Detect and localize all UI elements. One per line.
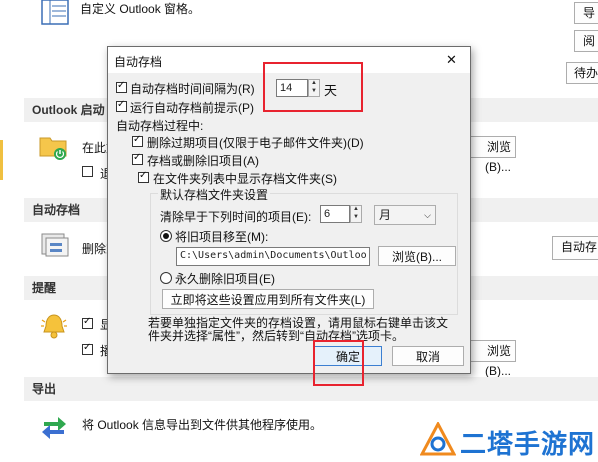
highlight-ok-box bbox=[313, 340, 364, 386]
start-browse-button[interactable]: 浏览(B)... bbox=[466, 136, 516, 174]
export-arrows-icon bbox=[40, 412, 68, 440]
chevron-down-icon: ⌵ bbox=[424, 210, 431, 220]
highlight-days-box bbox=[263, 62, 363, 112]
left-edge-marker bbox=[0, 140, 3, 180]
watermark-logo-icon bbox=[420, 422, 456, 456]
prompt-checkbox[interactable] bbox=[116, 99, 127, 112]
during-label: 自动存档过程中: bbox=[116, 119, 204, 133]
perm-delete-label: 永久删除旧项目(E) bbox=[175, 272, 275, 286]
delete-expired-checkbox[interactable] bbox=[132, 134, 143, 147]
autoarchive-settings-button[interactable]: 自动存 bbox=[552, 236, 598, 260]
pane-icon bbox=[40, 0, 70, 26]
section-header-export: 导出 bbox=[24, 377, 598, 401]
run-every-checkbox[interactable] bbox=[116, 80, 127, 93]
perm-delete-radio[interactable] bbox=[160, 272, 172, 284]
move-path-input[interactable]: C:\Users\admin\Documents\Outloo bbox=[176, 247, 370, 266]
move-label: 将旧项目移至(M): bbox=[175, 230, 269, 244]
archive-delete-checkbox[interactable] bbox=[132, 152, 143, 165]
apply-all-button[interactable]: 立即将这些设置应用到所有文件夹(L) bbox=[162, 289, 374, 309]
start-row2-checkbox[interactable] bbox=[82, 166, 93, 177]
navigation-button[interactable]: 导 bbox=[574, 2, 598, 24]
top-description: 自定义 Outlook 窗格。 bbox=[80, 2, 201, 16]
spin-up-icon[interactable]: ▲ bbox=[351, 206, 361, 214]
cancel-button[interactable]: 取消 bbox=[392, 346, 464, 366]
hint-text: 若要单独指定文件夹的存档设置，请用鼠标右键单击该文件夹并选择“属性”，然后转到“… bbox=[148, 316, 449, 343]
default-group-label: 默认存档文件夹设置 bbox=[158, 186, 271, 203]
bell-icon bbox=[40, 312, 68, 340]
watermark: 二塔手游网 bbox=[418, 420, 598, 462]
reminder-browse-button[interactable]: 浏览(B)... bbox=[466, 340, 516, 378]
dialog-title: 自动存档 bbox=[114, 55, 163, 69]
clean-older-spinner[interactable]: ▲ ▼ bbox=[350, 205, 362, 223]
clean-older-label: 清除早于下列时间的项目(E): bbox=[160, 210, 312, 224]
delete-expired-label: 删除过期项目(仅限于电子邮件文件夹)(D) bbox=[147, 136, 364, 150]
archive-icon bbox=[40, 230, 70, 258]
clean-older-unit-value: 月 bbox=[379, 208, 392, 222]
watermark-text: 二塔手游网 bbox=[460, 429, 596, 459]
clean-older-unit-select[interactable]: 月 ⌵ bbox=[374, 205, 436, 225]
folder-start-icon bbox=[38, 130, 70, 162]
prompt-label: 运行自动存档前提示(P) bbox=[130, 101, 254, 115]
reminder-row2-checkbox[interactable] bbox=[82, 342, 93, 355]
export-description: 将 Outlook 信息导出到文件供其他程序使用。 bbox=[82, 418, 323, 432]
todo-bar-button[interactable]: 待办 bbox=[566, 62, 598, 84]
run-every-label: 自动存档时间间隔为(R) bbox=[130, 82, 255, 96]
reading-pane-button[interactable]: 阅 bbox=[574, 30, 598, 52]
show-folder-checkbox[interactable] bbox=[138, 170, 149, 183]
close-icon[interactable]: ✕ bbox=[446, 52, 457, 68]
clean-older-input[interactable]: 6 bbox=[320, 205, 350, 223]
archive-delete-label: 存档或删除旧项目(A) bbox=[147, 154, 259, 168]
show-folder-label: 在文件夹列表中显示存档文件夹(S) bbox=[153, 172, 337, 186]
browse-button[interactable]: 浏览(B)... bbox=[378, 246, 456, 266]
reminder-row1-checkbox[interactable] bbox=[82, 316, 93, 329]
spin-down-icon[interactable]: ▼ bbox=[351, 214, 361, 222]
move-radio[interactable] bbox=[160, 230, 172, 242]
